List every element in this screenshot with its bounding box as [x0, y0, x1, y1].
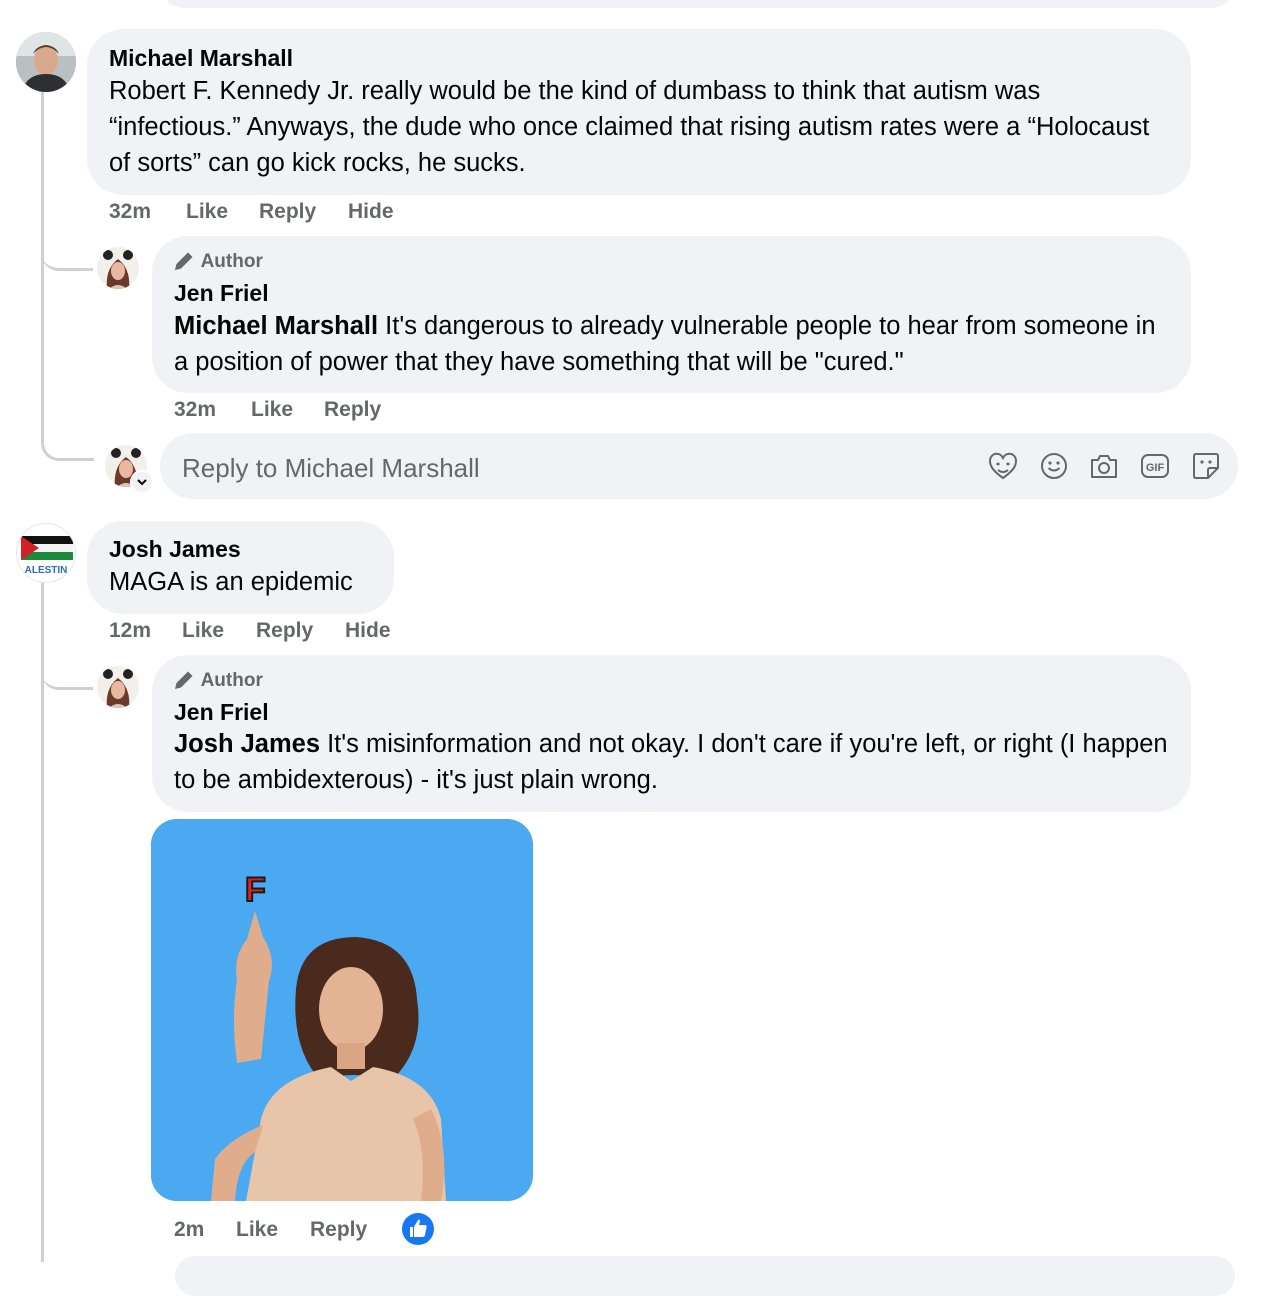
svg-text:GIF: GIF: [1146, 462, 1165, 474]
like-button[interactable]: Like: [186, 200, 228, 224]
previous-comment-bubble-fragment: [160, 0, 1235, 8]
author-badge-label: Author: [200, 670, 263, 691]
thread-connector: [41, 370, 94, 461]
reply-gif[interactable]: F: [151, 819, 533, 1201]
reply-body: It's misinformation and not okay. I don'…: [174, 730, 1168, 794]
thread-connector: [41, 651, 93, 690]
next-comment-bubble-fragment: [175, 1256, 1235, 1296]
gif-icon[interactable]: GIF: [1139, 451, 1171, 481]
comment-actions: 32m Like Reply Hide: [109, 200, 509, 226]
gif-letter: F: [245, 871, 266, 909]
comment-author[interactable]: Josh James: [109, 536, 241, 563]
pencil-icon: [175, 252, 193, 270]
avatar-sticker-icon[interactable]: [987, 450, 1019, 482]
comment-time[interactable]: 12m: [109, 619, 151, 643]
avatar-jen-friel[interactable]: [97, 247, 139, 289]
pencil-icon: [175, 671, 193, 689]
reply-button[interactable]: Reply: [256, 619, 313, 643]
reply-input[interactable]: [180, 448, 964, 488]
reply-button[interactable]: Reply: [324, 398, 381, 422]
emoji-icon[interactable]: [1039, 451, 1069, 481]
comment-text: MAGA is an epidemic: [109, 568, 353, 596]
reply-button[interactable]: Reply: [259, 200, 316, 224]
author-badge: Author: [172, 669, 263, 692]
reply-actions: 32m Like Reply: [174, 398, 474, 424]
avatar-michael-marshall[interactable]: [16, 32, 76, 92]
reply-author[interactable]: Jen Friel: [174, 699, 269, 726]
hide-button[interactable]: Hide: [348, 200, 394, 224]
reply-time[interactable]: 32m: [174, 398, 216, 422]
camera-icon[interactable]: [1088, 451, 1120, 481]
avatar-text: ALESTIN: [25, 565, 68, 576]
avatar-josh-james[interactable]: ALESTIN: [16, 523, 76, 583]
sticker-icon[interactable]: [1190, 450, 1222, 482]
mention-josh-james[interactable]: Josh James: [174, 730, 320, 758]
author-badge-label: Author: [200, 251, 263, 272]
reply-time[interactable]: 2m: [174, 1218, 204, 1242]
reply-text: Josh James It's misinformation and not o…: [174, 726, 1174, 798]
comment-author[interactable]: Michael Marshall: [109, 45, 293, 72]
comment-actions: 12m Like Reply Hide: [109, 619, 509, 645]
author-badge: Author: [172, 250, 263, 273]
comment-text: Robert F. Kennedy Jr. really would be th…: [109, 77, 1150, 177]
thread-line: [41, 582, 44, 1262]
avatar-jen-friel[interactable]: [97, 666, 139, 708]
chevron-down-icon[interactable]: [130, 470, 154, 494]
thread-connector: [41, 232, 93, 271]
hide-button[interactable]: Hide: [345, 619, 391, 643]
mention-michael-marshall[interactable]: Michael Marshall: [174, 312, 378, 340]
reply-author[interactable]: Jen Friel: [174, 280, 269, 307]
like-button[interactable]: Like: [182, 619, 224, 643]
comment-time[interactable]: 32m: [109, 200, 151, 224]
like-button[interactable]: Like: [251, 398, 293, 422]
like-reaction-icon[interactable]: [401, 1212, 435, 1246]
reply-text: Michael Marshall It's dangerous to alrea…: [174, 308, 1164, 380]
like-button[interactable]: Like: [236, 1218, 278, 1242]
reply-button[interactable]: Reply: [310, 1218, 367, 1242]
